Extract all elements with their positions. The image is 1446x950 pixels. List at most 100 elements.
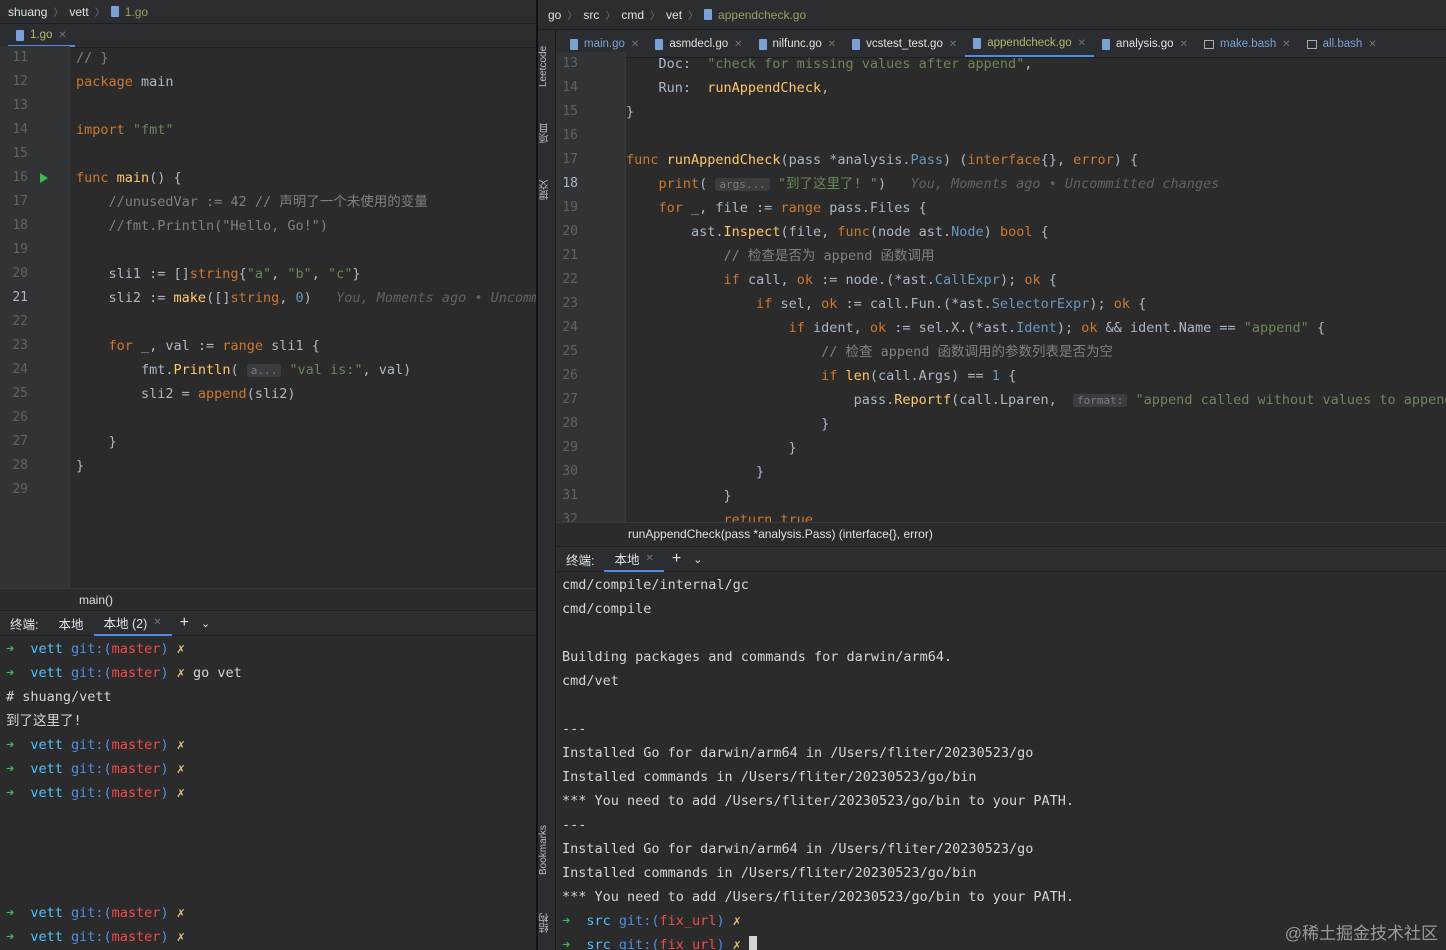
code-line[interactable]: 17 //unusedVar := 42 // 声明了一个未使用的变量 bbox=[0, 190, 536, 214]
code-line[interactable]: 25 sli2 = append(sli2) bbox=[0, 382, 536, 406]
left-code-editor[interactable]: 11 // } 12 package main 13 14 import "fmt" 15 16… bbox=[0, 46, 536, 588]
close-icon[interactable]: ✕ bbox=[631, 39, 639, 50]
structure-crumb[interactable]: runAppendCheck(pass *analysis.Pass) (int… bbox=[628, 527, 933, 541]
close-icon[interactable]: ✕ bbox=[58, 30, 66, 41]
code-text[interactable]: package main bbox=[76, 70, 174, 94]
side-tool-commit[interactable]: 提交 bbox=[538, 175, 556, 205]
right-terminal-output[interactable]: cmd/compile/internal/gc cmd/compile Build… bbox=[538, 573, 1446, 950]
line-number[interactable]: 15 bbox=[0, 142, 28, 166]
code-line[interactable]: 14 import "fmt" bbox=[0, 118, 536, 142]
code-text[interactable]: // } bbox=[76, 46, 109, 70]
code-line[interactable]: 17 func runAppendCheck(pass *analysis.Pas… bbox=[538, 148, 1446, 172]
code-text[interactable]: fmt.Println( a... "val is:", val) bbox=[76, 358, 411, 383]
right-structure-breadcrumb[interactable]: runAppendCheck(pass *analysis.Pass) (int… bbox=[538, 522, 1446, 544]
code-line[interactable]: 27 pass.Reportf(call.Lparen, format: "ap… bbox=[538, 388, 1446, 412]
terminal-tab-local-2[interactable]: 本地 (2) ✕ bbox=[93, 610, 172, 636]
close-icon[interactable]: ✕ bbox=[153, 617, 161, 628]
add-terminal-icon[interactable]: + bbox=[664, 550, 689, 568]
right-code-editor[interactable]: 13 Doc: "check for missing values after … bbox=[538, 52, 1446, 528]
line-number[interactable]: 27 bbox=[0, 430, 28, 454]
code-line[interactable]: 16 func main() { bbox=[0, 166, 536, 190]
breadcrumb-item[interactable]: 1.go bbox=[125, 5, 148, 19]
line-number[interactable]: 26 bbox=[0, 406, 28, 430]
code-text[interactable]: pass.Reportf(call.Lparen, format: "appen… bbox=[626, 388, 1446, 413]
line-number[interactable]: 14 bbox=[0, 118, 28, 142]
line-number[interactable]: 18 bbox=[0, 214, 28, 238]
line-number[interactable]: 28 bbox=[0, 454, 28, 478]
close-icon[interactable]: ✕ bbox=[1078, 38, 1086, 49]
side-tool-bookmarks[interactable]: Bookmarks bbox=[538, 815, 556, 885]
side-tool-project[interactable]: 项目 bbox=[538, 118, 556, 148]
code-line[interactable]: 28 } bbox=[538, 412, 1446, 436]
line-number[interactable]: 12 bbox=[0, 70, 28, 94]
code-text[interactable]: sli2 := make([]string, 0) You, Moments a… bbox=[76, 286, 537, 310]
code-line[interactable]: 22 bbox=[0, 310, 536, 334]
tab-1-go[interactable]: 1.go ✕ bbox=[8, 25, 75, 47]
code-line[interactable]: 23 if sel, ok := call.Fun.(*ast.Selector… bbox=[538, 292, 1446, 316]
code-text[interactable]: ast.Inspect(file, func(node ast.Node) bo… bbox=[626, 220, 1049, 244]
side-tool-structure[interactable]: 结构 bbox=[538, 908, 556, 938]
close-icon[interactable]: ✕ bbox=[828, 39, 836, 50]
code-text[interactable]: } bbox=[626, 412, 829, 436]
code-line[interactable]: 28} bbox=[0, 454, 536, 478]
close-icon[interactable]: ✕ bbox=[1180, 39, 1188, 50]
add-terminal-icon[interactable]: + bbox=[172, 614, 197, 632]
line-number[interactable]: 13 bbox=[0, 94, 28, 118]
breadcrumb-item[interactable]: cmd bbox=[621, 8, 644, 22]
code-line[interactable]: 11 // } bbox=[0, 46, 536, 70]
code-text[interactable]: } bbox=[76, 454, 84, 478]
code-text[interactable]: } bbox=[76, 430, 117, 454]
code-line[interactable]: 24 fmt.Println( a... "val is:", val) bbox=[0, 358, 536, 382]
code-line[interactable]: 15} bbox=[538, 100, 1446, 124]
code-text[interactable]: if sel, ok := call.Fun.(*ast.SelectorExp… bbox=[626, 292, 1146, 316]
code-line[interactable]: 18 //fmt.Println("Hello, Go!") bbox=[0, 214, 536, 238]
line-number[interactable]: 11 bbox=[0, 46, 28, 70]
code-line[interactable]: 26 if len(call.Args) == 1 { bbox=[538, 364, 1446, 388]
code-line[interactable]: 19 bbox=[0, 238, 536, 262]
code-line[interactable]: 22 if call, ok := node.(*ast.CallExpr); … bbox=[538, 268, 1446, 292]
code-line[interactable]: 13 Doc: "check for missing values after … bbox=[538, 52, 1446, 76]
line-number[interactable]: 25 bbox=[0, 382, 28, 406]
line-number[interactable]: 29 bbox=[0, 478, 28, 502]
line-number[interactable]: 16 bbox=[0, 166, 28, 190]
code-line[interactable]: 29 } bbox=[538, 436, 1446, 460]
code-text[interactable]: for _, file := range pass.Files { bbox=[626, 196, 927, 220]
chevron-down-icon[interactable]: ⌄ bbox=[689, 553, 706, 566]
code-text[interactable]: } bbox=[626, 436, 797, 460]
code-text[interactable]: //fmt.Println("Hello, Go!") bbox=[76, 214, 328, 238]
line-number[interactable]: 20 bbox=[0, 262, 28, 286]
code-text[interactable]: // 检查是否为 append 函数调用 bbox=[626, 244, 935, 268]
line-number[interactable]: 22 bbox=[0, 310, 28, 334]
structure-crumb[interactable]: main() bbox=[79, 593, 113, 607]
code-text[interactable]: if ident, ok := sel.X.(*ast.Ident); ok &… bbox=[626, 316, 1326, 340]
code-line[interactable]: 15 bbox=[0, 142, 536, 166]
code-line[interactable]: 20 ast.Inspect(file, func(node ast.Node)… bbox=[538, 220, 1446, 244]
code-text[interactable]: } bbox=[626, 484, 732, 508]
line-number[interactable]: 17 bbox=[0, 190, 28, 214]
run-icon[interactable] bbox=[40, 173, 48, 183]
code-line[interactable]: 30 } bbox=[538, 460, 1446, 484]
code-text[interactable]: if len(call.Args) == 1 { bbox=[626, 364, 1016, 388]
code-text[interactable]: print( args... "到了这里了! ") You, Moments a… bbox=[626, 172, 1220, 197]
code-text[interactable]: Doc: "check for missing values after app… bbox=[626, 52, 1033, 76]
code-line[interactable]: 13 bbox=[0, 94, 536, 118]
code-line[interactable]: 16 bbox=[538, 124, 1446, 148]
code-line[interactable]: 20 sli1 := []string{"a", "b", "c"} bbox=[0, 262, 536, 286]
terminal-tab-local[interactable]: 本地 ✕ bbox=[604, 546, 664, 572]
code-text[interactable]: if call, ok := node.(*ast.CallExpr); ok … bbox=[626, 268, 1057, 292]
line-number[interactable]: 24 bbox=[0, 358, 28, 382]
code-text[interactable]: func main() { bbox=[76, 166, 182, 190]
line-number[interactable]: 21 bbox=[0, 286, 28, 310]
code-line[interactable]: 24 if ident, ok := sel.X.(*ast.Ident); o… bbox=[538, 316, 1446, 340]
close-icon[interactable]: ✕ bbox=[646, 553, 654, 564]
code-line[interactable]: 12 package main bbox=[0, 70, 536, 94]
code-text[interactable]: sli1 := []string{"a", "b", "c"} bbox=[76, 262, 361, 286]
code-text[interactable]: func runAppendCheck(pass *analysis.Pass)… bbox=[626, 148, 1138, 172]
code-line[interactable]: 14 Run: runAppendCheck, bbox=[538, 76, 1446, 100]
close-icon[interactable]: ✕ bbox=[1368, 39, 1376, 50]
code-text[interactable]: //unusedVar := 42 // 声明了一个未使用的变量 bbox=[76, 190, 428, 214]
code-text[interactable]: for _, val := range sli1 { bbox=[76, 334, 320, 358]
code-line[interactable]: 29 bbox=[0, 478, 536, 502]
code-line[interactable]: 27 } bbox=[0, 430, 536, 454]
terminal-tab-local[interactable]: 本地 bbox=[48, 610, 93, 636]
